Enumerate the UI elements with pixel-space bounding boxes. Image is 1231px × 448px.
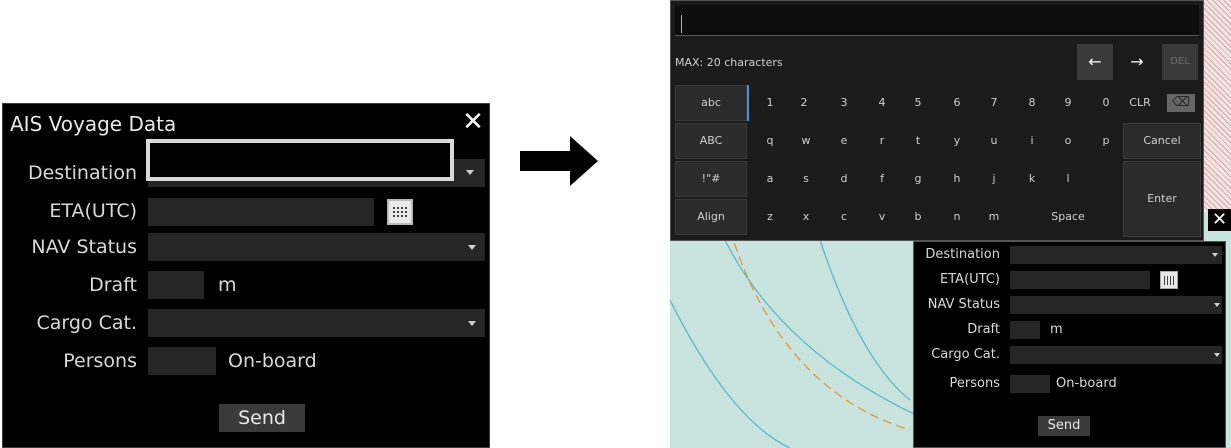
draft-field[interactable] [1010,321,1040,339]
send-button[interactable]: Send [219,404,305,432]
key-k[interactable]: k [1021,172,1043,185]
persons-field[interactable] [1010,375,1050,393]
chevron-down-icon[interactable] [1214,353,1220,357]
destination-label: Destination [27,162,137,184]
persons-unit: On-board [228,350,317,372]
key-p[interactable]: p [1095,134,1117,147]
cargo-select[interactable] [1010,346,1222,364]
key-b[interactable]: b [907,210,929,223]
key-r[interactable]: r [871,134,893,147]
cargo-select[interactable] [148,309,485,337]
chevron-down-icon[interactable] [466,170,474,175]
eta-label: ETA(UTC) [49,200,137,222]
persons-label: Persons [63,350,137,372]
key-9[interactable]: 9 [1057,96,1079,109]
destination-label: Destination [925,247,1000,262]
key-c[interactable]: c [833,210,855,223]
key-2[interactable]: 2 [793,96,815,109]
cargo-label: Cargo Cat. [931,347,1000,362]
key-j[interactable]: j [983,172,1005,185]
nav-status-label: NAV Status [927,297,1000,312]
chevron-down-icon[interactable] [468,245,476,250]
draft-unit: m [1050,322,1063,337]
key-u[interactable]: u [983,134,1005,147]
key-o[interactable]: o [1057,134,1079,147]
nav-status-label: NAV Status [31,236,137,258]
calendar-icon[interactable] [387,199,413,225]
chevron-down-icon[interactable] [1214,303,1220,307]
nav-status-select[interactable] [1010,296,1222,314]
nav-status-select[interactable] [148,233,485,261]
software-keyboard: MAX: 20 characters ← → DEL abc ABC !"# A… [670,0,1204,241]
persons-label: Persons [949,376,1000,391]
align-button[interactable]: Align [675,199,747,235]
destination-field[interactable] [1010,246,1222,264]
draft-label: Draft [89,274,137,296]
ais-voyage-data-dialog-small: Destination ETA(UTC) NAV Status Draft m … [913,241,1226,448]
close-icon[interactable]: ✕ [1208,209,1231,231]
cargo-label: Cargo Cat. [36,312,137,334]
key-z[interactable]: z [759,210,781,223]
key-3[interactable]: 3 [833,96,855,109]
key-0[interactable]: 0 [1095,96,1117,109]
key-h[interactable]: h [946,172,968,185]
key-6[interactable]: 6 [946,96,968,109]
key-n[interactable]: n [946,210,968,223]
key-s[interactable]: s [795,172,817,185]
key-8[interactable]: 8 [1021,96,1043,109]
eta-field[interactable] [148,198,374,226]
key-y[interactable]: y [946,134,968,147]
destination-input-highlight[interactable] [146,139,454,181]
key-1[interactable]: 1 [759,96,781,109]
key-a[interactable]: a [759,172,781,185]
persons-unit: On-board [1056,376,1117,391]
dialog-title: AIS Voyage Data [10,112,177,136]
space-key[interactable]: Space [1013,210,1123,223]
clr-button[interactable]: CLR [1125,96,1155,109]
mode-symbols-button[interactable]: !"# [675,161,747,197]
send-button[interactable]: Send [1038,416,1090,436]
key-g[interactable]: g [907,172,929,185]
keyboard-text-input[interactable] [675,5,1199,36]
key-7[interactable]: 7 [983,96,1005,109]
cursor-right-button[interactable]: → [1119,44,1155,80]
key-m[interactable]: m [983,210,1005,223]
map-hatched-area [1203,0,1231,212]
key-d[interactable]: d [833,172,855,185]
key-t[interactable]: t [907,134,929,147]
backspace-icon[interactable]: ⌫ [1167,94,1195,112]
key-f[interactable]: f [871,172,893,185]
cursor-left-button[interactable]: ← [1077,44,1113,80]
max-characters-hint: MAX: 20 characters [675,56,783,69]
right-arrow-icon [520,136,598,186]
key-i[interactable]: i [1021,134,1043,147]
ais-voyage-data-dialog: AIS Voyage Data ✕ Destination ETA(UTC) N… [2,103,490,448]
cancel-button[interactable]: Cancel [1123,123,1201,159]
key-q[interactable]: q [759,134,781,147]
enter-button[interactable]: Enter [1123,161,1201,237]
selected-mode-indicator [747,85,749,121]
chevron-down-icon[interactable] [1212,253,1218,257]
draft-label: Draft [967,322,1000,337]
key-l[interactable]: l [1057,172,1079,185]
key-4[interactable]: 4 [871,96,893,109]
draft-field[interactable] [148,271,204,299]
key-x[interactable]: x [795,210,817,223]
persons-field[interactable] [148,347,216,375]
mode-abc-button[interactable]: abc [675,85,747,121]
mode-ABC-button[interactable]: ABC [675,123,747,159]
key-e[interactable]: e [833,134,855,147]
draft-unit: m [218,274,237,296]
delete-button[interactable]: DEL [1162,44,1198,80]
eta-label: ETA(UTC) [940,272,1000,287]
chevron-down-icon[interactable] [468,321,476,326]
eta-field[interactable] [1010,271,1150,289]
key-v[interactable]: v [871,210,893,223]
key-w[interactable]: w [795,134,817,147]
close-icon[interactable]: ✕ [459,108,487,136]
key-5[interactable]: 5 [907,96,929,109]
calendar-icon[interactable] [1160,271,1178,289]
text-caret [681,15,682,33]
